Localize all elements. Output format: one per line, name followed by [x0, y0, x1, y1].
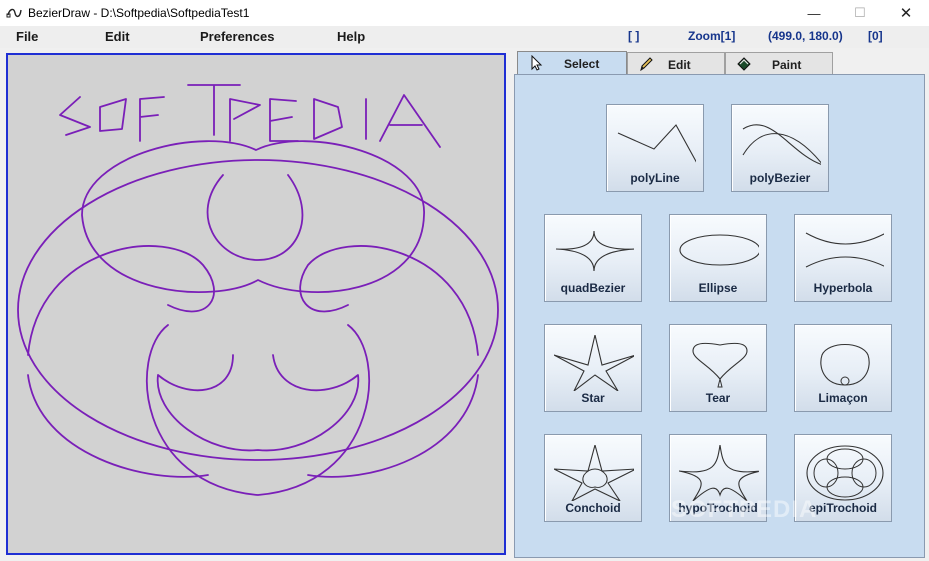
tear-icon — [692, 342, 748, 388]
polyline-icon — [617, 124, 696, 163]
quadbezier-icon — [555, 230, 634, 272]
menu-help[interactable]: Help — [337, 29, 365, 44]
window-title: BezierDraw - D:\Softpedia\SoftpediaTest1 — [28, 6, 250, 20]
polybezier-icon — [742, 124, 821, 165]
pointer-icon — [531, 55, 543, 71]
canvas-outer-ellipse — [17, 159, 499, 461]
shape-label-conchoid: Conchoid — [565, 501, 621, 515]
paint-bucket-icon — [737, 57, 751, 71]
shape-gallery: polyLine polyBezier quadBezier Ellipse H… — [514, 74, 925, 558]
softpedia-watermark: SOFTPEDIA — [671, 496, 818, 523]
epitrochoid-icon — [806, 445, 884, 501]
canvas-curve-bottom — [145, 324, 371, 496]
app-icon — [6, 8, 22, 18]
menu-preferences[interactable]: Preferences — [200, 29, 274, 44]
drawing-canvas[interactable] — [6, 53, 506, 555]
menu-file[interactable]: File — [16, 29, 38, 44]
status-index: [0] — [868, 29, 883, 43]
shape-label-limacon: Limaçon — [818, 391, 868, 405]
shape-button-conchoid[interactable]: Conchoid — [544, 434, 642, 522]
shape-label-polyline: polyLine — [630, 171, 680, 185]
menu-edit[interactable]: Edit — [105, 29, 130, 44]
canvas-hand-f — [139, 96, 165, 142]
canvas-hand-t — [187, 84, 241, 136]
canvas-curve-bottom-loops — [156, 354, 360, 452]
tab-edit[interactable]: Edit — [627, 52, 725, 74]
pencil-icon — [640, 57, 653, 72]
canvas-hand-e — [269, 98, 299, 142]
menu-bar: File Edit Preferences Help [ ] Zoom[1] (… — [0, 26, 929, 48]
close-button[interactable]: ✕ — [883, 0, 929, 26]
canvas-drawing — [17, 84, 499, 496]
shape-label-hyperbola: Hyperbola — [813, 281, 873, 295]
tab-paint[interactable]: Paint — [725, 52, 833, 74]
status-selection: [ ] — [628, 29, 640, 43]
tab-edit-label: Edit — [668, 58, 691, 72]
canvas-curve-top — [81, 140, 425, 294]
tab-select-label: Select — [564, 57, 600, 71]
shape-label-tear: Tear — [705, 391, 731, 405]
shape-label-star: Star — [581, 391, 605, 405]
title-bar: BezierDraw - D:\Softpedia\SoftpediaTest1… — [0, 0, 929, 26]
maximize-button[interactable]: ☐ — [837, 0, 883, 26]
hyperbola-icon — [805, 232, 884, 268]
conchoid-icon — [554, 445, 634, 501]
canvas-hand-s — [59, 96, 91, 136]
shape-label-polybezier: polyBezier — [749, 171, 811, 185]
limacon-icon — [820, 344, 870, 386]
canvas-hand-p — [229, 98, 261, 142]
canvas-curve-top-loop — [206, 174, 304, 261]
minimize-button[interactable]: — — [791, 0, 837, 26]
shape-button-tear[interactable]: Tear — [669, 324, 767, 412]
shape-button-polybezier[interactable]: polyBezier — [731, 104, 829, 192]
tool-panel: Select Edit Paint polyLine polyBezier qu… — [513, 48, 927, 558]
shape-button-quadbezier[interactable]: quadBezier — [544, 214, 642, 302]
canvas-hand-d — [313, 98, 343, 140]
tab-select[interactable]: Select — [517, 51, 627, 75]
canvas-hand-a — [379, 94, 441, 148]
shape-label-ellipse: Ellipse — [698, 281, 738, 295]
shape-button-star[interactable]: Star — [544, 324, 642, 412]
shape-button-limacon[interactable]: Limaçon — [794, 324, 892, 412]
shape-label-quadbezier: quadBezier — [560, 281, 626, 295]
ellipse-icon — [679, 234, 759, 266]
shape-button-ellipse[interactable]: Ellipse — [669, 214, 767, 302]
shape-button-polyline[interactable]: polyLine — [606, 104, 704, 192]
hypotrochoid-icon — [679, 445, 759, 501]
canvas-hand-o — [99, 98, 127, 132]
shape-button-hyperbola[interactable]: Hyperbola — [794, 214, 892, 302]
star-icon — [554, 335, 634, 391]
tab-paint-label: Paint — [772, 58, 802, 72]
status-zoom: Zoom[1] — [688, 29, 736, 43]
canvas-curve-right — [299, 245, 479, 356]
canvas-curve-left — [27, 245, 215, 356]
status-coordinates: (499.0, 180.0) — [768, 29, 843, 43]
